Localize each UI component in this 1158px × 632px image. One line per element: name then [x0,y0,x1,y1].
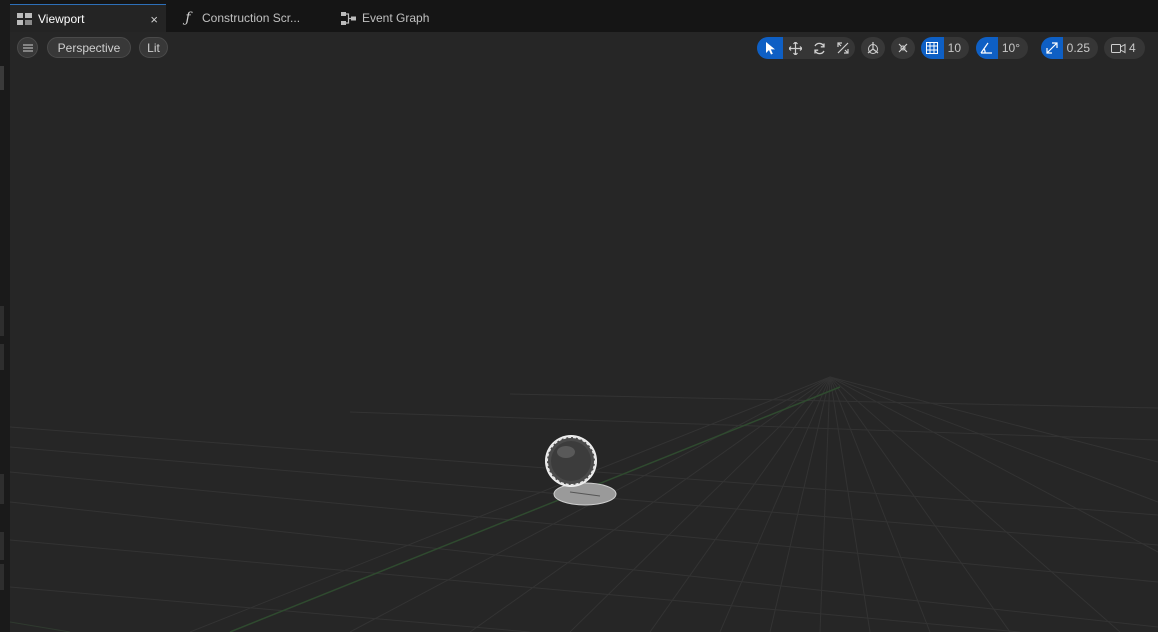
grid-snap-value[interactable]: 10 [944,41,969,55]
panel-edge-marker [0,66,4,90]
actor-gizmo[interactable] [545,435,617,506]
grid-snap-group[interactable]: 10 [921,37,969,59]
rotation-snap-group[interactable]: 10° [976,37,1028,59]
tab-label: Viewport [38,11,85,26]
viewport-menu-button[interactable] [17,37,38,58]
hamburger-icon [22,44,33,51]
tab-label: Construction Scr... [202,11,301,25]
left-panel-edge [0,0,10,632]
angle-icon [980,42,993,54]
tab-event-graph[interactable]: Event Graph [334,4,464,32]
grid-icon [926,42,939,54]
viewport-grid-icon [16,11,32,27]
rotate-icon [813,42,825,54]
scale-snap-icon [1046,42,1058,54]
cursor-arrow-icon [765,41,775,54]
tab-label: Event Graph [362,11,430,25]
translate-tool-button[interactable] [783,37,807,59]
lighting-mode-button[interactable]: Lit [139,37,168,58]
rotation-snap-value[interactable]: 10° [998,41,1028,55]
scale-snap-group[interactable]: 0.25 [1041,37,1098,59]
scale-snap-value[interactable]: 0.25 [1063,41,1098,55]
transform-tools-group [757,37,855,59]
function-icon: ƒ [185,10,191,26]
viewport-canvas[interactable]: Perspective Lit 10 10° 0.25 4 [10,32,1158,632]
view-mode-button[interactable]: Perspective [47,37,131,58]
tab-viewport[interactable]: Viewport × [10,4,166,32]
grid-snap-toggle[interactable] [921,37,944,59]
rotate-tool-button[interactable] [807,37,831,59]
surface-snap-button[interactable] [891,37,915,59]
camera-speed-value[interactable]: 4 [1128,41,1144,55]
world-axes-icon [867,42,879,54]
close-icon[interactable]: × [150,12,158,27]
panel-edge-marker [0,564,4,590]
select-tool-button[interactable] [757,37,783,59]
coordinate-space-button[interactable] [861,37,885,59]
editor-tab-bar: Viewport × ƒ Construction Scr... Event G… [10,4,1158,32]
scale-tool-button[interactable] [831,37,855,59]
panel-edge-marker [0,474,4,504]
camera-speed-button[interactable] [1108,37,1128,59]
tab-construction-script[interactable]: ƒ Construction Scr... [174,4,324,32]
perspective-grid [10,376,1158,632]
panel-edge-marker [0,344,4,370]
panel-edge-marker [0,306,4,336]
camera-icon [1110,43,1125,53]
rotation-snap-toggle[interactable] [976,37,998,59]
surface-snap-icon [898,43,908,53]
event-graph-icon [340,10,356,26]
move-arrows-icon [788,41,802,55]
camera-speed-group[interactable]: 4 [1104,37,1145,59]
scale-snap-toggle[interactable] [1041,37,1063,59]
scale-icon [837,42,849,54]
panel-edge-marker [0,532,4,560]
